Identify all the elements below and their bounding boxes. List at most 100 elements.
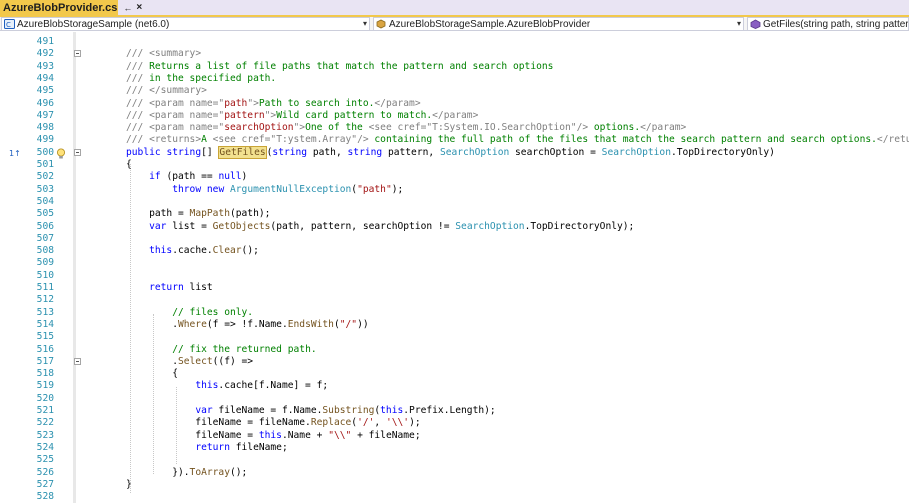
line-number: 513 xyxy=(36,306,54,318)
line-number: 491 xyxy=(36,36,54,47)
code-line[interactable]: 497 /// <param name="pattern">Wild card p… xyxy=(0,110,909,122)
code-text: // fix the returned path. xyxy=(172,343,317,355)
code-text: fileName = fileName.Replace('/', '\\'); xyxy=(126,417,421,429)
code-line[interactable]: 496 /// <param name="path">Path to search… xyxy=(0,98,909,110)
line-number: 498 xyxy=(36,122,54,134)
project-dropdown[interactable]: C AzureBlobStorageSample (net6.0) ▾ xyxy=(1,17,370,31)
code-line[interactable]: 500 public string[] GetFiles(string path,… xyxy=(0,145,909,159)
line-number: 512 xyxy=(36,294,54,306)
code-line[interactable]: 518 { xyxy=(0,368,909,380)
line-number: 511 xyxy=(36,282,54,293)
code-text: /// Returns a list of file paths that ma… xyxy=(126,60,554,72)
code-line[interactable]: 522 fileName = fileName.Replace('/', '\\… xyxy=(0,417,909,429)
code-line[interactable]: 517 .Select((f) => xyxy=(0,356,909,368)
dropdown-arrow-icon: ▾ xyxy=(360,19,367,28)
line-number: 501 xyxy=(36,159,54,170)
code-line[interactable]: 505 path = MapPath(path); xyxy=(0,208,909,220)
code-line[interactable]: 501 { xyxy=(0,159,909,171)
line-number: 496 xyxy=(36,97,54,109)
code-line[interactable]: 514 .Where(f => !f.Name.EndsWith("/")) xyxy=(0,319,909,331)
document-tab-strip: AzureBlobProvider.cs ← × xyxy=(0,0,909,15)
line-number: 497 xyxy=(36,109,54,121)
code-line[interactable]: 506 var list = GetObjects(path, pattern,… xyxy=(0,221,909,233)
code-text: if (path == null) xyxy=(149,171,248,183)
code-text: { xyxy=(126,368,178,380)
code-line[interactable]: 498 /// <param name="searchOption">One of… xyxy=(0,122,909,134)
collapse-icon[interactable] xyxy=(74,357,81,365)
line-number: 507 xyxy=(36,232,54,244)
line-number: 509 xyxy=(36,257,54,269)
collapse-icon[interactable] xyxy=(74,148,81,156)
line-number: 516 xyxy=(36,343,54,355)
code-line[interactable]: 521 var fileName = f.Name.Substring(this… xyxy=(0,405,909,417)
code-line[interactable]: 503 throw new ArgumentNullException("pat… xyxy=(0,184,909,196)
collapse-icon[interactable] xyxy=(74,50,81,58)
type-dropdown[interactable]: AzureBlobStorageSample.AzureBlobProvider… xyxy=(373,17,744,31)
code-line[interactable]: 516 // fix the returned path. xyxy=(0,344,909,356)
line-number: 517 xyxy=(36,355,54,367)
pin-icon[interactable]: ← xyxy=(123,3,132,13)
code-text: /// <returns>A <see cref="T:ystem.Array"… xyxy=(126,134,909,146)
dropdown-arrow-icon: ▾ xyxy=(734,19,741,28)
code-line[interactable]: 524 return fileName; xyxy=(0,442,909,454)
code-line[interactable]: 508 this.cache.Clear(); xyxy=(0,245,909,257)
csharp-project-icon: C xyxy=(4,19,15,29)
code-line[interactable]: 527} xyxy=(0,479,909,491)
code-text: this.cache.Clear(); xyxy=(149,245,259,257)
code-line[interactable]: 499 /// <returns>A <see cref="T:ystem.Arr… xyxy=(0,134,909,146)
close-icon[interactable]: × xyxy=(136,2,142,13)
code-line[interactable]: 523 fileName = this.Name + "\\" + fileNa… xyxy=(0,430,909,442)
code-text: { xyxy=(126,159,132,170)
line-number: 503 xyxy=(36,183,54,195)
line-number: 520 xyxy=(36,392,54,404)
tab-title: AzureBlobProvider.cs xyxy=(3,1,118,14)
line-number: 494 xyxy=(36,72,54,84)
code-line[interactable]: 520 xyxy=(0,393,909,405)
line-number: 493 xyxy=(36,60,54,72)
code-line[interactable]: 495 /// </summary> xyxy=(0,85,909,97)
member-dropdown[interactable]: GetFiles(string path, string pattern, Se… xyxy=(747,17,909,31)
code-line[interactable]: 491 xyxy=(0,36,909,48)
code-line[interactable]: 519 this.cache[f.Name] = f; xyxy=(0,380,909,392)
code-text: var fileName = f.Name.Substring(this.Pre… xyxy=(195,405,496,416)
code-text: this.cache[f.Name] = f; xyxy=(195,380,329,392)
member-dropdown-label: GetFiles(string path, string pattern, Se… xyxy=(763,18,908,30)
line-number: 522 xyxy=(36,417,54,429)
line-number: 492 xyxy=(36,48,54,60)
code-line[interactable]: 502 if (path == null) xyxy=(0,171,909,183)
line-number: 495 xyxy=(36,85,54,97)
code-line[interactable]: 513 // files only. xyxy=(0,307,909,319)
class-icon xyxy=(376,19,386,29)
line-number: 504 xyxy=(36,195,54,207)
line-number: 500 xyxy=(36,146,54,158)
method-icon xyxy=(750,19,761,29)
code-text: .Select((f) => xyxy=(126,355,254,367)
svg-text:C: C xyxy=(6,21,11,29)
code-line[interactable]: 509 xyxy=(0,257,909,269)
code-text: } xyxy=(126,478,132,490)
code-line[interactable]: 528 xyxy=(0,491,909,503)
line-number: 510 xyxy=(36,269,54,281)
code-line[interactable]: 526 }).ToArray(); xyxy=(0,467,909,479)
code-editor[interactable]: 1↑ 491 492/// <summary> 493/// Returns a l… xyxy=(0,32,909,503)
code-text: fileName = this.Name + "\\" + fileName; xyxy=(126,429,421,441)
code-line[interactable]: 525 xyxy=(0,454,909,466)
code-line[interactable]: 510 xyxy=(0,270,909,282)
line-number: 526 xyxy=(36,466,54,478)
code-line[interactable]: 512 xyxy=(0,294,909,306)
line-number: 519 xyxy=(36,380,54,392)
code-text: }).ToArray(); xyxy=(126,466,248,478)
code-line[interactable]: 493 /// Returns a list of file paths that… xyxy=(0,61,909,73)
code-line[interactable]: 504 xyxy=(0,196,909,208)
code-text: var list = GetObjects(path, pattern, sea… xyxy=(149,220,635,232)
code-line[interactable]: 492 /// <summary> xyxy=(0,48,909,60)
code-line[interactable]: 515 xyxy=(0,331,909,343)
line-number: 523 xyxy=(36,429,54,441)
line-number: 502 xyxy=(36,171,54,183)
code-text: /// <param name="searchOption">One of th… xyxy=(126,122,687,134)
code-line[interactable]: 507 xyxy=(0,233,909,245)
tab-azureblobprovider[interactable]: AzureBlobProvider.cs ← × xyxy=(0,0,142,15)
line-number: 499 xyxy=(36,134,54,146)
code-line[interactable]: 494 /// in the specified path. xyxy=(0,73,909,85)
code-line[interactable]: 511 return list xyxy=(0,282,909,294)
